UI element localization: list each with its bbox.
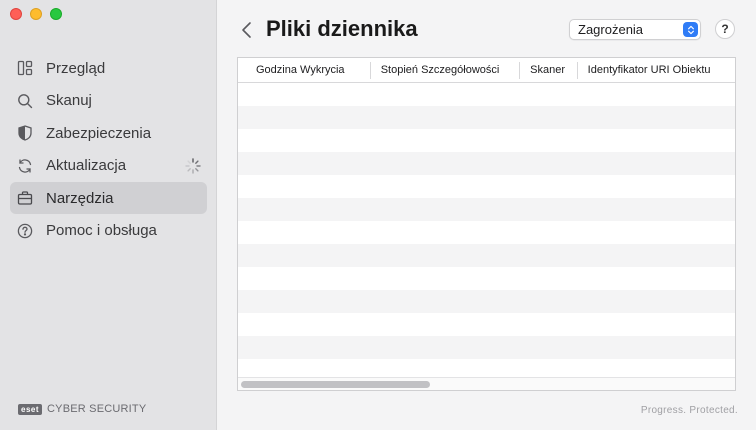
minimize-window-button[interactable] [30,8,42,20]
briefcase-icon [16,189,34,207]
loading-spinner-icon [185,158,201,174]
main-content: Pliki dziennika Zagrożenia ? Godzina Wyk… [218,0,756,430]
search-icon [16,92,34,110]
table-row [238,221,735,244]
sidebar-item-label: Skanuj [46,92,92,110]
sidebar-item-overview[interactable]: Przegląd [10,52,207,84]
sidebar-nav: Przegląd Skanuj Zabezpieczenia Aktualiza… [10,52,207,248]
sidebar-item-label: Zabezpieczenia [46,124,152,142]
sidebar-item-label: Aktualizacja [46,157,127,175]
overview-icon [16,59,34,77]
app-window: Przegląd Skanuj Zabezpieczenia Aktualiza… [0,0,756,430]
zoom-window-button[interactable] [50,8,62,20]
brand-logo: eset CYBER SECURITY [18,403,146,415]
table-row [238,336,735,359]
table-row [238,313,735,336]
sidebar-item-protection[interactable]: Zabezpieczenia [10,117,207,149]
table-row [238,198,735,221]
horizontal-scrollbar[interactable] [238,377,735,390]
sidebar-item-tools[interactable]: Narzędzia [10,182,207,215]
window-controls [10,8,62,20]
close-window-button[interactable] [10,8,22,20]
sidebar-item-update[interactable]: Aktualizacja [10,150,207,182]
sidebar: Przegląd Skanuj Zabezpieczenia Aktualiza… [0,0,217,430]
shield-icon [16,124,34,142]
log-type-select[interactable]: Zagrożenia [569,19,701,40]
log-table: Godzina Wykrycia Stopień Szczegółowości … [237,57,736,391]
help-button[interactable]: ? [715,19,735,39]
refresh-icon [16,157,34,175]
table-row [238,290,735,313]
table-row [238,244,735,267]
column-header-object-uri[interactable]: Identyfikator URI Obiektu [576,61,735,79]
column-header-verbosity[interactable]: Stopień Szczegółowości [369,61,519,79]
table-body [238,83,735,379]
brand-text: CYBER SECURITY [47,403,147,415]
log-type-select-value: Zagrożenia [578,22,644,37]
sidebar-item-label: Narzędzia [46,189,114,207]
sidebar-item-label: Przegląd [46,59,106,77]
chevron-left-icon [242,22,251,38]
sidebar-item-scan[interactable]: Skanuj [10,85,207,117]
table-row [238,267,735,290]
sidebar-item-label: Pomoc i obsługa [46,222,157,240]
scrollbar-thumb[interactable] [241,381,430,388]
help-icon [16,222,34,240]
sidebar-item-help[interactable]: Pomoc i obsługa [10,215,207,247]
column-header-scanner[interactable]: Skaner [519,61,576,79]
column-header-detection-time[interactable]: Godzina Wykrycia [238,62,370,79]
back-button[interactable] [240,20,254,40]
page-title: Pliki dziennika [266,16,418,41]
tagline: Progress. Protected. [640,405,738,416]
table-row [238,106,735,129]
eset-logo: eset [18,403,43,415]
table-header: Godzina Wykrycia Stopień Szczegółowości … [238,58,735,83]
table-row [238,152,735,175]
table-row [238,83,735,106]
table-row [238,175,735,198]
select-arrows-icon [683,22,698,37]
table-row [238,129,735,152]
